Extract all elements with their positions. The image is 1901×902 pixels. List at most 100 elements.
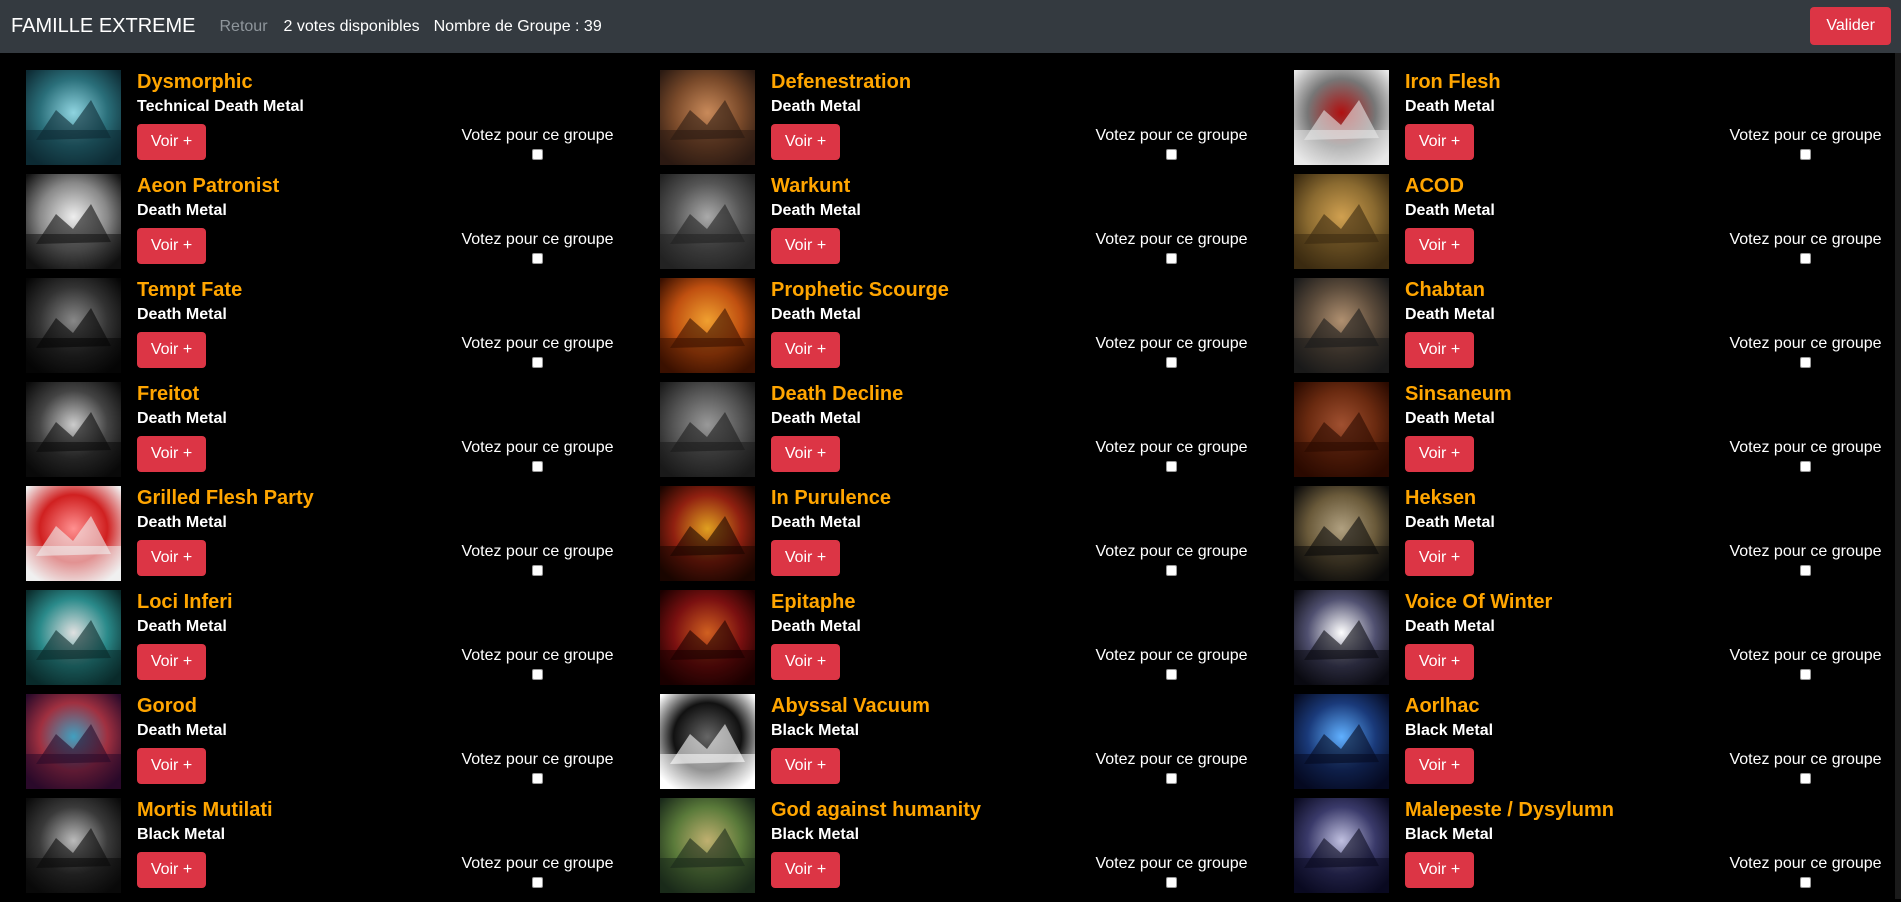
- group-card: Sinsaneum Death Metal Voir + Votez pour …: [1268, 382, 1895, 486]
- band-name[interactable]: Grilled Flesh Party: [137, 486, 314, 510]
- vote-checkbox[interactable]: [1800, 357, 1811, 368]
- band-name[interactable]: Abyssal Vacuum: [771, 694, 930, 718]
- vote-checkbox[interactable]: [1800, 669, 1811, 680]
- band-name[interactable]: ACOD: [1405, 174, 1464, 198]
- voir-plus-button[interactable]: Voir +: [137, 540, 206, 576]
- group-card: Abyssal Vacuum Black Metal Voir + Votez …: [634, 694, 1268, 798]
- vote-checkbox[interactable]: [1166, 877, 1177, 888]
- vote-checkbox[interactable]: [532, 565, 543, 576]
- album-cover-image: [26, 70, 121, 165]
- vote-label: Votez pour ce groupe: [1095, 543, 1248, 560]
- album-cover-image: [26, 174, 121, 269]
- album-cover-image: [660, 382, 755, 477]
- vote-checkbox[interactable]: [1800, 461, 1811, 472]
- voir-plus-button[interactable]: Voir +: [771, 540, 840, 576]
- band-name[interactable]: Malepeste / Dysylumn: [1405, 798, 1614, 822]
- vote-checkbox[interactable]: [1166, 669, 1177, 680]
- vote-checkbox[interactable]: [532, 773, 543, 784]
- band-name[interactable]: Defenestration: [771, 70, 911, 94]
- vote-checkbox[interactable]: [1166, 461, 1177, 472]
- album-cover-image: [26, 798, 121, 893]
- vote-checkbox[interactable]: [1166, 357, 1177, 368]
- voir-plus-button[interactable]: Voir +: [1405, 540, 1474, 576]
- voir-plus-button[interactable]: Voir +: [137, 852, 206, 888]
- voir-plus-button[interactable]: Voir +: [1405, 748, 1474, 784]
- vote-label: Votez pour ce groupe: [461, 127, 614, 144]
- voir-plus-button[interactable]: Voir +: [1405, 124, 1474, 160]
- group-card: Gorod Death Metal Voir + Votez pour ce g…: [0, 694, 634, 798]
- brand-title[interactable]: FAMILLE EXTREME: [11, 15, 196, 38]
- band-name[interactable]: Tempt Fate: [137, 278, 242, 302]
- band-name[interactable]: Aeon Patronist: [137, 174, 279, 198]
- band-name[interactable]: Chabtan: [1405, 278, 1485, 302]
- band-name[interactable]: Voice Of Winter: [1405, 590, 1552, 614]
- band-name[interactable]: Gorod: [137, 694, 197, 718]
- vote-checkbox[interactable]: [1166, 565, 1177, 576]
- vote-section: Votez pour ce groupe: [460, 854, 615, 888]
- album-cover-image: [26, 694, 121, 789]
- band-name[interactable]: Freitot: [137, 382, 199, 406]
- band-genre: Death Metal: [137, 514, 227, 531]
- vote-checkbox[interactable]: [1166, 253, 1177, 264]
- band-genre: Death Metal: [137, 202, 227, 219]
- group-card: Dysmorphic Technical Death Metal Voir + …: [0, 70, 634, 174]
- voir-plus-button[interactable]: Voir +: [771, 228, 840, 264]
- vote-label: Votez pour ce groupe: [1095, 751, 1248, 768]
- vote-checkbox[interactable]: [532, 669, 543, 680]
- vote-checkbox[interactable]: [1800, 565, 1811, 576]
- scrollbar[interactable]: [1895, 53, 1901, 899]
- vote-checkbox[interactable]: [1800, 253, 1811, 264]
- band-genre: Death Metal: [137, 410, 227, 427]
- voir-plus-button[interactable]: Voir +: [1405, 644, 1474, 680]
- band-genre: Black Metal: [137, 826, 226, 843]
- band-genre: Death Metal: [771, 410, 861, 427]
- band-name[interactable]: Sinsaneum: [1405, 382, 1512, 406]
- band-name[interactable]: Dysmorphic: [137, 70, 253, 94]
- voir-plus-button[interactable]: Voir +: [1405, 228, 1474, 264]
- voir-plus-button[interactable]: Voir +: [137, 124, 206, 160]
- group-card: Defenestration Death Metal Voir + Votez …: [634, 70, 1268, 174]
- band-name[interactable]: Prophetic Scourge: [771, 278, 949, 302]
- voir-plus-button[interactable]: Voir +: [137, 644, 206, 680]
- vote-checkbox[interactable]: [1166, 773, 1177, 784]
- voir-plus-button[interactable]: Voir +: [771, 748, 840, 784]
- voir-plus-button[interactable]: Voir +: [137, 332, 206, 368]
- vote-checkbox[interactable]: [532, 149, 543, 160]
- album-cover-image: [660, 590, 755, 685]
- vote-checkbox[interactable]: [1800, 877, 1811, 888]
- vote-checkbox[interactable]: [532, 357, 543, 368]
- voir-plus-button[interactable]: Voir +: [771, 852, 840, 888]
- album-cover-image: [660, 486, 755, 581]
- vote-checkbox[interactable]: [1800, 149, 1811, 160]
- album-cover-image: [26, 486, 121, 581]
- band-name[interactable]: Warkunt: [771, 174, 850, 198]
- band-name[interactable]: In Purulence: [771, 486, 891, 510]
- band-name[interactable]: Death Decline: [771, 382, 903, 406]
- vote-checkbox[interactable]: [1800, 773, 1811, 784]
- band-name[interactable]: Iron Flesh: [1405, 70, 1501, 94]
- back-link[interactable]: Retour: [220, 18, 268, 36]
- band-name[interactable]: Mortis Mutilati: [137, 798, 273, 822]
- voir-plus-button[interactable]: Voir +: [137, 748, 206, 784]
- band-name[interactable]: Epitaphe: [771, 590, 855, 614]
- voir-plus-button[interactable]: Voir +: [1405, 332, 1474, 368]
- vote-checkbox[interactable]: [1166, 149, 1177, 160]
- voir-plus-button[interactable]: Voir +: [1405, 436, 1474, 472]
- voir-plus-button[interactable]: Voir +: [137, 436, 206, 472]
- band-name[interactable]: God against humanity: [771, 798, 981, 822]
- album-cover-image: [1294, 486, 1389, 581]
- voir-plus-button[interactable]: Voir +: [137, 228, 206, 264]
- voir-plus-button[interactable]: Voir +: [771, 332, 840, 368]
- voir-plus-button[interactable]: Voir +: [771, 436, 840, 472]
- vote-checkbox[interactable]: [532, 461, 543, 472]
- vote-checkbox[interactable]: [532, 877, 543, 888]
- band-name[interactable]: Aorlhac: [1405, 694, 1479, 718]
- voir-plus-button[interactable]: Voir +: [771, 644, 840, 680]
- band-name[interactable]: Heksen: [1405, 486, 1476, 510]
- voir-plus-button[interactable]: Voir +: [1405, 852, 1474, 888]
- validate-button[interactable]: Valider: [1810, 7, 1891, 45]
- vote-checkbox[interactable]: [532, 253, 543, 264]
- band-name[interactable]: Loci Inferi: [137, 590, 233, 614]
- voir-plus-button[interactable]: Voir +: [771, 124, 840, 160]
- group-card: Warkunt Death Metal Voir + Votez pour ce…: [634, 174, 1268, 278]
